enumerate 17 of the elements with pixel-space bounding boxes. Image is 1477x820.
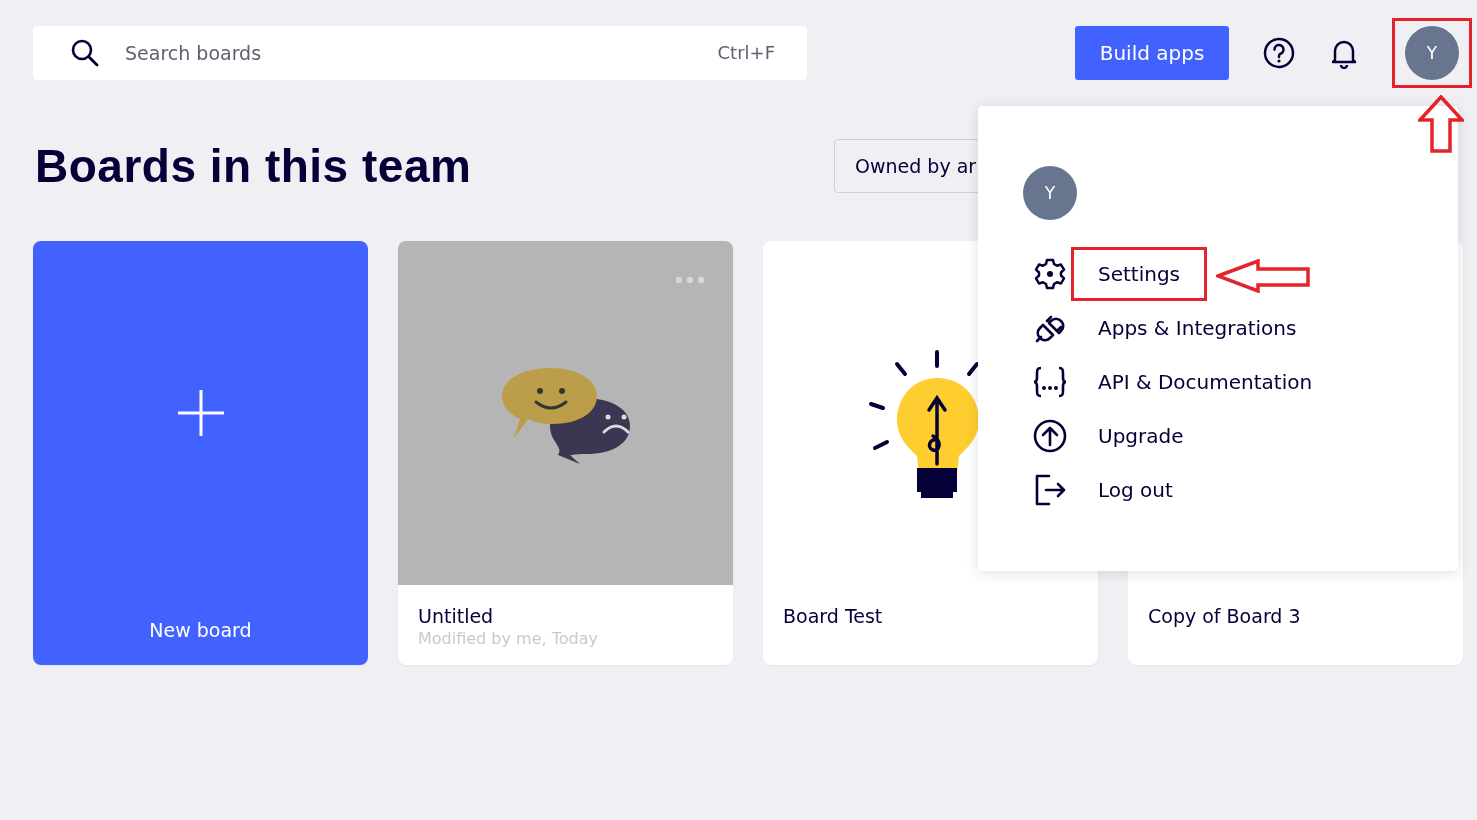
board-title: Copy of Board 3	[1148, 605, 1302, 627]
user-avatar[interactable]: Y	[1405, 26, 1459, 80]
up-arrow-circle-icon	[1032, 419, 1068, 453]
settings-icon	[1032, 257, 1068, 291]
board-title: Untitled	[418, 605, 495, 627]
help-icon[interactable]	[1263, 37, 1295, 69]
new-board-label: New board	[149, 619, 252, 641]
build-apps-button[interactable]: Build apps	[1075, 26, 1229, 80]
code-braces-icon	[1032, 365, 1068, 399]
up-arrow-annotation	[1418, 95, 1464, 153]
search-icon	[70, 38, 100, 68]
board-title: Board Test	[783, 605, 884, 627]
user-avatar: Y	[1023, 166, 1077, 220]
plus-icon	[176, 389, 225, 437]
page-title: Boards in this team	[35, 139, 473, 193]
new-board-button[interactable]: New board	[33, 241, 368, 665]
shortcut-hint: Ctrl+F	[717, 42, 775, 63]
